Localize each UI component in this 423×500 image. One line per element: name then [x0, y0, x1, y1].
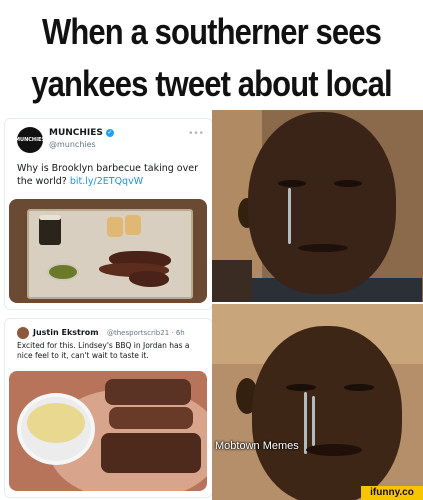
background-frame: [212, 260, 252, 302]
crying-man-photo-bottom: [212, 304, 423, 500]
tweet-text: Excited for this. Lindsey's BBQ in Jorda…: [17, 341, 190, 360]
bread-roll: [125, 215, 141, 235]
left-eye: [278, 180, 306, 187]
drink-foam: [39, 215, 61, 220]
tweet-author-name[interactable]: Justin Ekstrom: [33, 328, 99, 337]
ribs-and-slaw-photo[interactable]: [9, 371, 207, 491]
tray-paper: [27, 209, 193, 299]
bread-roll: [107, 217, 123, 237]
tweet-text: Why is Brooklyn barbecue taking over the…: [17, 163, 198, 187]
ifunny-badge[interactable]: ifunny.co: [361, 486, 423, 500]
tear: [304, 392, 307, 454]
more-dots-icon[interactable]: •••: [188, 129, 204, 139]
mouth: [298, 244, 348, 252]
rib-slab: [105, 379, 191, 405]
tear: [312, 396, 315, 446]
meme-caption: When a southerner sees yankees tweet abo…: [0, 0, 423, 156]
coleslaw-bowl: [17, 393, 95, 465]
justin-avatar[interactable]: [17, 327, 29, 339]
head: [248, 112, 396, 294]
tweet-author-handle[interactable]: @munchies: [49, 140, 96, 149]
munchies-tweet-card[interactable]: MUNCHIES MUNCHIES ✓ @munchies ••• Why is …: [4, 118, 213, 310]
tear: [288, 188, 291, 244]
justin-tweet-card[interactable]: Justin Ekstrom @thesportscrib21 · 6h Exc…: [4, 318, 213, 498]
rib-slab: [109, 407, 193, 429]
brisket-slice: [129, 271, 169, 287]
watermark-text: Mobtown Memes: [215, 440, 299, 452]
tweet-author-name[interactable]: MUNCHIES ✓: [49, 128, 114, 138]
tweet-link[interactable]: bit.ly/2ETQqvW: [70, 176, 143, 187]
crying-man-photo-top: [212, 110, 423, 302]
munchies-avatar[interactable]: MUNCHIES: [15, 127, 45, 153]
right-eye: [344, 384, 374, 391]
pickles-cup: [47, 263, 79, 281]
left-eye: [286, 384, 316, 391]
coleslaw: [27, 403, 85, 443]
tweet-author-handle[interactable]: @thesportscrib21 · 6h: [107, 329, 185, 337]
mouth: [306, 444, 362, 456]
bbq-tray-photo[interactable]: [9, 199, 207, 303]
verified-check-icon: ✓: [105, 128, 114, 137]
right-eye: [334, 180, 362, 187]
caption-line-1: When a southerner sees: [42, 11, 382, 52]
head: [252, 326, 402, 500]
rib-slab: [101, 433, 201, 473]
